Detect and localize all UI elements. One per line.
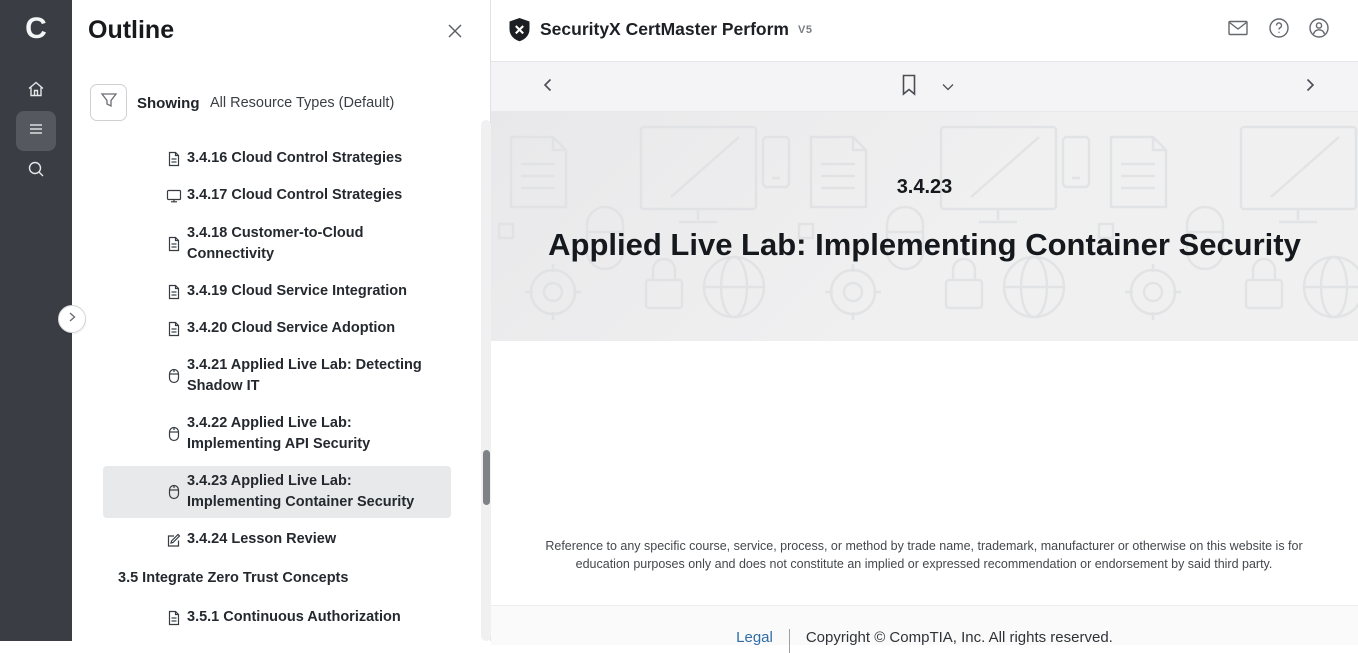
document-icon: [166, 284, 182, 300]
outline-section-3-5[interactable]: 3.5 Integrate Zero Trust Concepts: [118, 568, 348, 589]
outline-panel: Outline Showing All Resource Types (Defa…: [72, 0, 491, 641]
mail-icon: [1226, 16, 1250, 45]
close-icon: [446, 22, 464, 45]
account-button[interactable]: [1306, 17, 1332, 43]
outline-item-label: 3.4.20 Cloud Service Adoption: [187, 318, 439, 339]
outline-item-3-4-19[interactable]: 3.4.19 Cloud Service Integration: [166, 281, 439, 302]
outline-item-label: 3.4.24 Lesson Review: [187, 529, 439, 550]
lab-mouse-icon: [166, 426, 182, 442]
outline-item-3-4-20[interactable]: 3.4.20 Cloud Service Adoption: [166, 318, 439, 339]
outline-item-3-5-1[interactable]: 3.5.1 Continuous Authorization: [166, 607, 439, 628]
bookmark-menu-button[interactable]: [939, 82, 957, 94]
outline-item-label: 3.4.23 Applied Live Lab: Implementing Co…: [187, 471, 439, 513]
bookmark-button[interactable]: [896, 73, 922, 101]
filter-funnel-icon: [99, 90, 119, 115]
outline-close-button[interactable]: [444, 22, 466, 44]
lesson-review-edit-icon: [166, 532, 182, 548]
search-button[interactable]: [16, 151, 56, 191]
messages-button[interactable]: [1225, 17, 1251, 43]
outline-menu-button[interactable]: [16, 111, 56, 151]
search-icon: [26, 159, 46, 184]
copyright-text: Copyright © CompTIA, Inc. All rights res…: [806, 629, 1113, 646]
outline-item-label: 3.5.1 Continuous Authorization: [187, 607, 439, 628]
comptia-logo: C: [20, 10, 52, 48]
outline-item-3-4-18[interactable]: 3.4.18 Customer-to-Cloud Connectivity: [166, 223, 439, 265]
lesson-banner: 3.4.23 Applied Live Lab: Implementing Co…: [491, 112, 1358, 341]
page-footer: Legal Copyright © CompTIA, Inc. All righ…: [491, 605, 1358, 645]
account-person-icon: [1307, 16, 1331, 45]
home-icon: [26, 79, 46, 104]
panel-collapse-toggle[interactable]: [58, 305, 86, 333]
document-icon: [166, 321, 182, 337]
menu-icon: [27, 120, 45, 143]
chevron-right-icon: [66, 310, 78, 328]
bookmark-icon: [899, 73, 919, 102]
lesson-title: Applied Live Lab: Implementing Container…: [491, 227, 1358, 263]
app-title-row: SecurityX CertMaster Perform V5: [508, 17, 812, 42]
outline-item-3-4-21[interactable]: 3.4.21 Applied Live Lab: Detecting Shado…: [166, 355, 439, 397]
main-content-area: SecurityX CertMaster Perform V5: [491, 0, 1358, 641]
chevron-right-icon: [1302, 77, 1318, 98]
chevron-left-icon: [540, 77, 556, 98]
outline-panel-title: Outline: [88, 16, 174, 45]
outline-item-label: 3.4.17 Cloud Control Strategies: [187, 185, 439, 206]
lesson-number: 3.4.23: [491, 176, 1358, 199]
outline-item-label: 3.4.21 Applied Live Lab: Detecting Shado…: [187, 355, 439, 397]
app-header: SecurityX CertMaster Perform V5: [491, 0, 1358, 62]
document-icon: [166, 151, 182, 167]
home-button[interactable]: [16, 71, 56, 111]
securityx-shield-icon: [508, 17, 531, 42]
help-question-icon: [1267, 16, 1291, 45]
outline-item-3-4-24[interactable]: 3.4.24 Lesson Review: [166, 529, 439, 550]
footer-divider: [789, 629, 790, 653]
app-title: SecurityX CertMaster Perform: [540, 19, 789, 40]
legal-link[interactable]: Legal: [736, 629, 773, 646]
showing-label: Showing: [137, 95, 200, 112]
outline-item-label: 3.4.16 Cloud Control Strategies: [187, 148, 439, 169]
document-icon: [166, 236, 182, 252]
chevron-down-icon: [941, 79, 955, 97]
lab-mouse-icon: [166, 368, 182, 384]
outline-scrollbar-thumb[interactable]: [483, 450, 490, 505]
third-party-disclaimer: Reference to any specific course, servic…: [524, 537, 1324, 573]
outline-item-3-4-23-selected[interactable]: 3.4.23 Applied Live Lab: Implementing Co…: [166, 471, 439, 513]
footer-row: Legal Copyright © CompTIA, Inc. All righ…: [491, 629, 1358, 653]
filter-current-value: All Resource Types (Default): [210, 95, 394, 111]
outline-item-label: 3.4.22 Applied Live Lab: Implementing AP…: [187, 413, 439, 455]
document-icon: [166, 610, 182, 626]
outline-item-label: 3.4.19 Cloud Service Integration: [187, 281, 439, 302]
lab-mouse-icon: [166, 484, 182, 500]
next-page-button[interactable]: [1298, 75, 1322, 99]
outline-item-label: 3.4.18 Customer-to-Cloud Connectivity: [187, 223, 439, 265]
outline-item-3-4-17[interactable]: 3.4.17 Cloud Control Strategies: [166, 185, 439, 206]
help-button[interactable]: [1266, 17, 1292, 43]
app-version-badge: V5: [798, 24, 812, 36]
lesson-toolbar: [491, 62, 1358, 112]
outline-item-3-4-16[interactable]: 3.4.16 Cloud Control Strategies: [166, 148, 439, 169]
previous-page-button[interactable]: [536, 75, 560, 99]
outline-item-3-4-22[interactable]: 3.4.22 Applied Live Lab: Implementing AP…: [166, 413, 439, 455]
monitor-icon: [166, 188, 182, 204]
filter-button[interactable]: [90, 84, 127, 121]
outline-scrollbar-track[interactable]: [481, 120, 491, 641]
